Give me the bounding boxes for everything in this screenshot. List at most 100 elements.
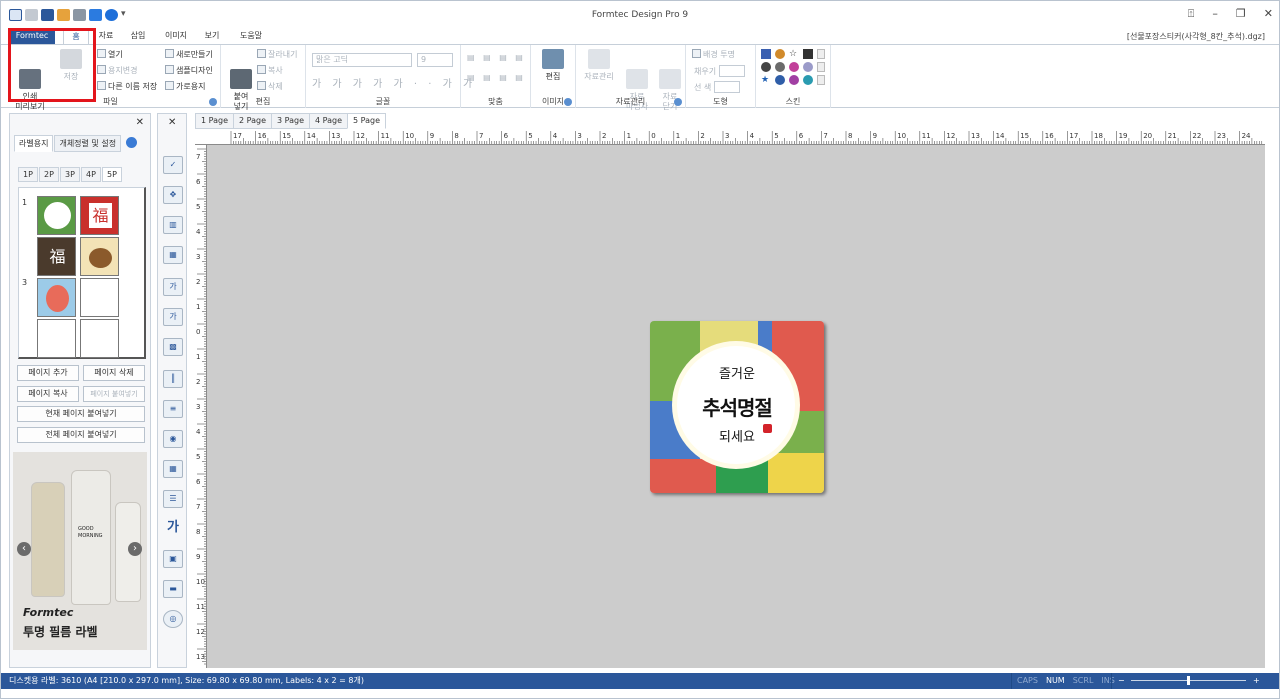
dialog-launcher-icon[interactable] <box>564 98 572 106</box>
paste-button[interactable]: 붙여 넣기 <box>224 49 258 122</box>
tab-insert[interactable]: 삽입 <box>127 29 149 44</box>
image-edit-button[interactable]: 편집 <box>536 49 570 82</box>
skin-swatch[interactable] <box>761 62 771 72</box>
tab-1p[interactable]: 1P <box>18 167 38 182</box>
tab-5p[interactable]: 5P <box>102 167 122 182</box>
tab-2p[interactable]: 2P <box>39 167 59 182</box>
skin-swatch[interactable] <box>775 75 785 85</box>
skin-swatch[interactable] <box>803 49 813 59</box>
copy-page-button[interactable]: 페이지 복사 <box>17 386 79 402</box>
list-tool-icon[interactable]: ☰ <box>163 490 183 508</box>
skin-gallery[interactable]: ☆ ★ <box>761 49 828 85</box>
char-text-tool-icon[interactable]: 가 <box>163 278 183 296</box>
close-panel-icon[interactable]: ✕ <box>136 117 144 128</box>
tab-3p[interactable]: 3P <box>60 167 80 182</box>
add-page-button[interactable]: 페이지 추가 <box>17 365 79 381</box>
navigate-icon[interactable] <box>126 137 138 148</box>
label-cell[interactable] <box>37 319 76 358</box>
table-tool-icon[interactable]: ▦ <box>163 460 183 478</box>
tab-4p[interactable]: 4P <box>81 167 101 182</box>
cut-button[interactable]: 잘라내기 <box>257 49 297 60</box>
prev-arrow-icon[interactable]: ‹ <box>17 542 31 556</box>
close-toolbox-icon[interactable]: ✕ <box>168 117 176 128</box>
design-canvas[interactable]: 즐거운 추석명절 되세요 <box>207 145 1265 668</box>
zoom-in-button[interactable]: + <box>1253 673 1260 689</box>
copy-button[interactable]: 복사 <box>257 65 283 76</box>
label-design[interactable]: 즐거운 추석명절 되세요 <box>650 321 824 493</box>
landscape-button[interactable]: 가로용지 <box>165 81 205 92</box>
minimize-button[interactable]: – <box>1212 7 1218 21</box>
label-cell[interactable] <box>37 196 76 235</box>
tab-page-3[interactable]: 3 Page <box>271 113 310 129</box>
text-tool-icon[interactable]: 가 <box>163 520 183 538</box>
align-buttons-row1[interactable]: ▤ ▤ ▤ ▤ <box>467 53 526 62</box>
skin-swatch[interactable] <box>775 62 785 72</box>
label-cell[interactable]: 福 <box>37 237 76 276</box>
scroll-down-icon[interactable] <box>817 62 825 72</box>
tab-help[interactable]: 도움말 <box>235 29 267 44</box>
tab-label-paper[interactable]: 라벨용지 <box>14 135 54 152</box>
qr-code-tool-icon[interactable]: ▩ <box>163 338 183 356</box>
label-cell[interactable] <box>80 319 119 358</box>
data-close-button[interactable]: 자료 닫기 <box>653 49 687 122</box>
tab-object-align[interactable]: 개체정렬 및 설정 <box>54 135 122 152</box>
label-cell[interactable] <box>37 278 76 317</box>
bg-transparent-checkbox[interactable]: 배경 투명 <box>692 49 735 60</box>
data-wizard-button[interactable]: 자료 마법사 <box>620 49 654 122</box>
dialog-launcher-icon[interactable] <box>674 98 682 106</box>
restore-button[interactable]: ❐ <box>1236 7 1246 21</box>
data-manage-button[interactable]: 자료관리 <box>582 49 616 82</box>
save-as-button[interactable]: 다른 이름 저장 <box>97 81 157 92</box>
next-arrow-icon[interactable]: › <box>128 542 142 556</box>
scroll-up-icon[interactable] <box>817 49 825 59</box>
pan-tool-icon[interactable]: ✥ <box>163 186 183 204</box>
picture-tool-icon[interactable]: ▣ <box>163 550 183 568</box>
paste-current-page-button[interactable]: 현재 페이지 붙여넣기 <box>17 406 145 422</box>
zoom-slider-thumb[interactable] <box>1187 676 1190 685</box>
gallery-expand-icon[interactable] <box>817 75 825 85</box>
fill-color-picker[interactable]: 채우기 <box>694 65 745 77</box>
font-name-select[interactable]: 맑은 고딕 <box>312 53 412 67</box>
paste-all-pages-button[interactable]: 전체 페이지 붙여넣기 <box>17 427 145 443</box>
skin-swatch[interactable] <box>775 49 785 59</box>
sample-design-button[interactable]: 샘플디자인 <box>165 65 213 76</box>
font-size-select[interactable]: 9 <box>417 53 453 67</box>
skin-swatch[interactable] <box>789 62 799 72</box>
skin-swatch[interactable] <box>761 49 771 59</box>
tab-data[interactable]: 자료 <box>95 29 117 44</box>
background-tool-icon[interactable]: ▬ <box>163 580 183 598</box>
open-button[interactable]: 열기 <box>97 49 123 60</box>
text-box-tool-icon[interactable]: ▥ <box>163 216 183 234</box>
vertical-text-tool-icon[interactable]: ▦ <box>163 246 183 264</box>
select-tool-icon[interactable]: ✓ <box>163 156 183 174</box>
tab-page-1[interactable]: 1 Page <box>195 113 234 129</box>
image-tool-icon[interactable]: ◉ <box>163 430 183 448</box>
tab-view[interactable]: 보기 <box>201 29 223 44</box>
paste-page-button[interactable]: 페이지 붙여넣기 <box>83 386 145 402</box>
new-button[interactable]: 새로만들기 <box>165 49 213 60</box>
delete-page-button[interactable]: 페이지 삭제 <box>83 365 145 381</box>
pin-icon[interactable]: ⍐ <box>1188 7 1195 21</box>
disc-tool-icon[interactable]: ◎ <box>163 610 183 628</box>
skin-swatch[interactable]: ★ <box>761 75 771 85</box>
barcode2-tool-icon[interactable]: ≡ <box>163 400 183 418</box>
tab-page-4[interactable]: 4 Page <box>309 113 348 129</box>
zoom-out-button[interactable]: − <box>1118 673 1125 689</box>
delete-button[interactable]: 삭제 <box>257 81 283 92</box>
close-button[interactable]: ✕ <box>1264 7 1273 21</box>
line-color-picker[interactable]: 선 색 <box>694 81 740 93</box>
dialog-launcher-icon[interactable] <box>209 98 217 106</box>
skin-swatch[interactable]: ☆ <box>789 49 799 59</box>
font-style-buttons[interactable]: 가 가 가 가 가 · · 가 가 <box>312 75 476 90</box>
label-cell[interactable] <box>80 237 119 276</box>
ad-banner[interactable]: GOOD MORNING ‹ › Formtec 투명 필름 라벨 <box>13 452 147 650</box>
align-buttons-row2[interactable]: ▤ ▤ ▤ ▤ <box>467 73 526 82</box>
label-cell[interactable]: 福 <box>80 196 119 235</box>
rotate-text-tool-icon[interactable]: 가 <box>163 308 183 326</box>
change-paper-button[interactable]: 용지변경 <box>97 65 137 76</box>
skin-swatch[interactable] <box>803 75 813 85</box>
tab-page-2[interactable]: 2 Page <box>233 113 272 129</box>
skin-swatch[interactable] <box>789 75 799 85</box>
label-cell[interactable] <box>80 278 119 317</box>
tab-page-5[interactable]: 5 Page <box>347 113 386 129</box>
